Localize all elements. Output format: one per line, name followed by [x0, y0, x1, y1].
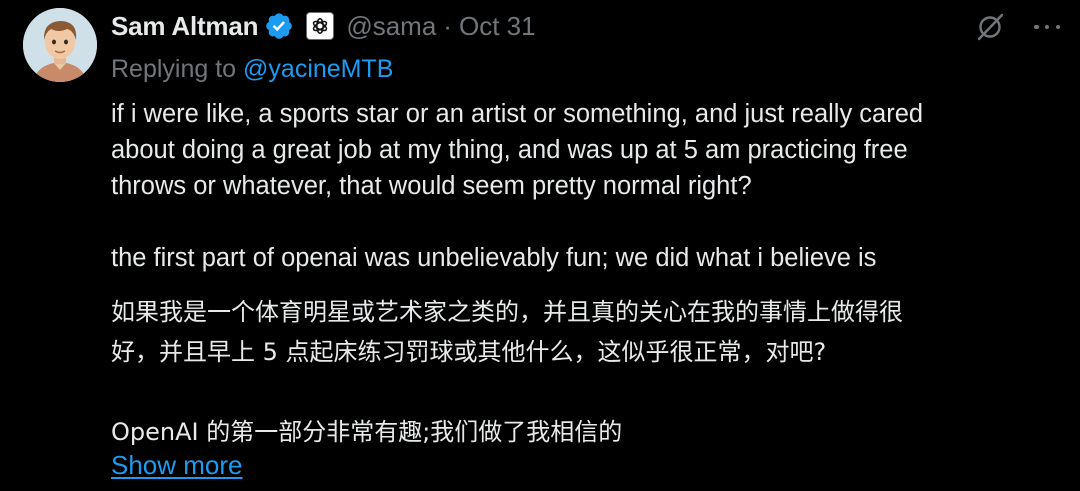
translation-paragraph-2: OpenAI 的第一部分非常有趣;我们做了我相信的 — [111, 418, 623, 446]
replying-prefix: Replying to — [111, 55, 244, 83]
replying-to: Replying to @yacineMTB — [111, 55, 393, 84]
more-dot — [1034, 24, 1039, 30]
tweet-paragraph-2: the first part of openai was unbelievabl… — [111, 244, 877, 272]
separator-dot: · — [443, 10, 452, 41]
translation-paragraph-1: 如果我是一个体育明星或艺术家之类的，并且真的关心在我的事情上做得很 好，并且早上… — [111, 298, 903, 366]
more-options-icon[interactable] — [1034, 16, 1060, 38]
tweet-text: if i were like, a sports star or an arti… — [111, 96, 1061, 452]
tweet-date[interactable]: Oct 31 — [459, 11, 536, 42]
author-name[interactable]: Sam Altman — [111, 11, 259, 42]
more-dot — [1044, 24, 1050, 30]
reply-mention-link[interactable]: @yacineMTB — [243, 55, 393, 83]
show-more-link[interactable]: Show more — [111, 450, 243, 481]
author-handle[interactable]: @sama — [346, 11, 436, 42]
tweet-paragraph-1: if i were like, a sports star or an arti… — [111, 100, 924, 200]
grok-icon[interactable] — [975, 12, 1005, 42]
profile-avatar[interactable] — [23, 8, 97, 82]
verified-badge-icon[interactable] — [264, 11, 294, 41]
openai-logo-icon[interactable] — [306, 12, 335, 40]
tweet: Sam Altman @sama · Oct 31 Replying to @y… — [0, 0, 1080, 491]
more-dot — [1055, 24, 1060, 30]
tweet-header: Sam Altman @sama · Oct 31 — [111, 8, 536, 44]
